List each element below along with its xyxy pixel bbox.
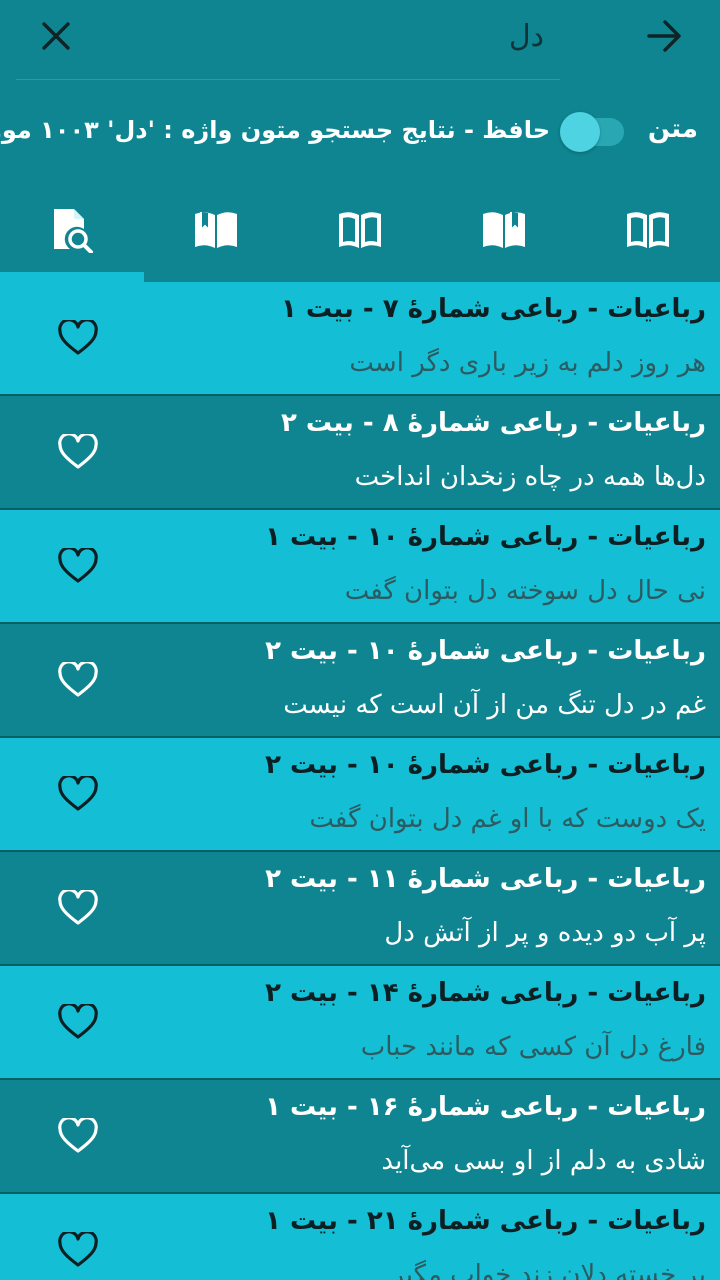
favorite-button[interactable] [56,1000,100,1044]
search-row [0,0,720,80]
result-verse: بر خسته دلان زند خواب مگیر [391,1260,706,1280]
document-search-icon [54,209,93,253]
search-input[interactable] [100,10,560,62]
list-item[interactable]: رباعیات - رباعی شمارهٔ ۸ - بیت ۲ دل‌ها ه… [0,396,720,510]
results-list[interactable]: رباعیات - رباعی شمارهٔ ۷ - بیت ۱ هر روز … [0,282,720,1280]
favorite-button[interactable] [56,544,100,588]
list-item[interactable]: رباعیات - رباعی شمارهٔ ۲۱ - بیت ۱ بر خست… [0,1194,720,1280]
result-verse: شادی به دلم از او بسی می‌آید [381,1146,706,1176]
close-icon [42,22,70,50]
mode-label: متن [647,114,698,144]
tab-bookmarked-book-1[interactable] [432,186,576,274]
results-summary: حافظ - نتایج جستجو متون واژه : 'دل' ۱۰۰۳… [0,116,550,144]
tab-bookmarked-book-2[interactable] [144,186,288,274]
result-verse: غم در دل تنگ من از آن است که نیست [283,690,706,720]
favorite-button[interactable] [56,316,100,360]
heart-outline-icon [58,1004,98,1039]
clear-search-button[interactable] [32,12,80,60]
result-title: رباعیات - رباعی شمارهٔ ۱۴ - بیت ۲ [265,978,706,1008]
heart-outline-icon [58,1118,98,1153]
favorite-button[interactable] [56,658,100,702]
result-title: رباعیات - رباعی شمارهٔ ۸ - بیت ۲ [280,408,706,438]
list-item[interactable]: رباعیات - رباعی شمارهٔ ۱۶ - بیت ۱ شادی ب… [0,1080,720,1194]
list-item[interactable]: رباعیات - رباعی شمارهٔ ۷ - بیت ۱ هر روز … [0,282,720,396]
heart-outline-icon [58,434,98,469]
search-underline [16,79,560,80]
text-mode-switch[interactable] [560,112,630,152]
book-bookmark-icon [483,212,525,248]
active-tab-indicator [0,272,144,282]
tab-search-results[interactable] [0,186,144,274]
list-item[interactable]: رباعیات - رباعی شمارهٔ ۱۰ - بیت ۲ غم در … [0,624,720,738]
heart-outline-icon [58,776,98,811]
list-item[interactable]: رباعیات - رباعی شمارهٔ ۱۱ - بیت ۲ پر آب … [0,852,720,966]
result-title: رباعیات - رباعی شمارهٔ ۱۶ - بیت ۱ [265,1092,706,1122]
app-screen: متن حافظ - نتایج جستجو متون واژه : 'دل' … [0,0,720,1280]
heart-outline-icon [58,890,98,925]
result-verse: یک دوست که با او غم دل بتوان گفت [309,804,706,834]
back-button[interactable] [640,14,690,58]
list-item[interactable]: رباعیات - رباعی شمارهٔ ۱۴ - بیت ۲ فارغ د… [0,966,720,1080]
result-title: رباعیات - رباعی شمارهٔ ۱۱ - بیت ۲ [265,864,706,894]
tab-book-1[interactable] [576,186,720,274]
favorite-button[interactable] [56,1228,100,1272]
list-item[interactable]: رباعیات - رباعی شمارهٔ ۱۰ - بیت ۱ نی حال… [0,510,720,624]
heart-outline-icon [58,1232,98,1267]
favorite-button[interactable] [56,886,100,930]
tab-book-2[interactable] [288,186,432,274]
book-open-icon [339,212,381,248]
result-title: رباعیات - رباعی شمارهٔ ۱۰ - بیت ۱ [265,522,706,552]
list-item[interactable]: رباعیات - رباعی شمارهٔ ۱۰ - بیت ۲ یک دوس… [0,738,720,852]
heart-outline-icon [58,662,98,697]
top-app-bar: متن حافظ - نتایج جستجو متون واژه : 'دل' … [0,0,720,282]
book-open-icon [627,212,669,248]
result-verse: پر آب دو دیده و پر از آتش دل [384,918,706,948]
favorite-button[interactable] [56,1114,100,1158]
favorite-button[interactable] [56,430,100,474]
switch-thumb [560,112,600,152]
result-verse: فارغ دل آن کسی که مانند حباب [360,1032,706,1062]
book-bookmark-icon [195,212,237,248]
arrow-right-icon [647,20,681,52]
favorite-button[interactable] [56,772,100,816]
result-verse: نی حال دل سوخته دل بتوان گفت [344,576,706,606]
heart-outline-icon [58,548,98,583]
heart-outline-icon [58,320,98,355]
result-verse: هر روز دلم به زیر باری دگر است [349,348,706,378]
tab-bar [0,186,720,282]
result-title: رباعیات - رباعی شمارهٔ ۱۰ - بیت ۲ [265,750,706,780]
result-title: رباعیات - رباعی شمارهٔ ۱۰ - بیت ۲ [265,636,706,666]
info-row: متن حافظ - نتایج جستجو متون واژه : 'دل' … [0,96,720,166]
result-title: رباعیات - رباعی شمارهٔ ۷ - بیت ۱ [280,294,706,324]
result-verse: دل‌ها همه در چاه زنخدان انداخت [354,462,706,492]
result-title: رباعیات - رباعی شمارهٔ ۲۱ - بیت ۱ [265,1206,706,1236]
